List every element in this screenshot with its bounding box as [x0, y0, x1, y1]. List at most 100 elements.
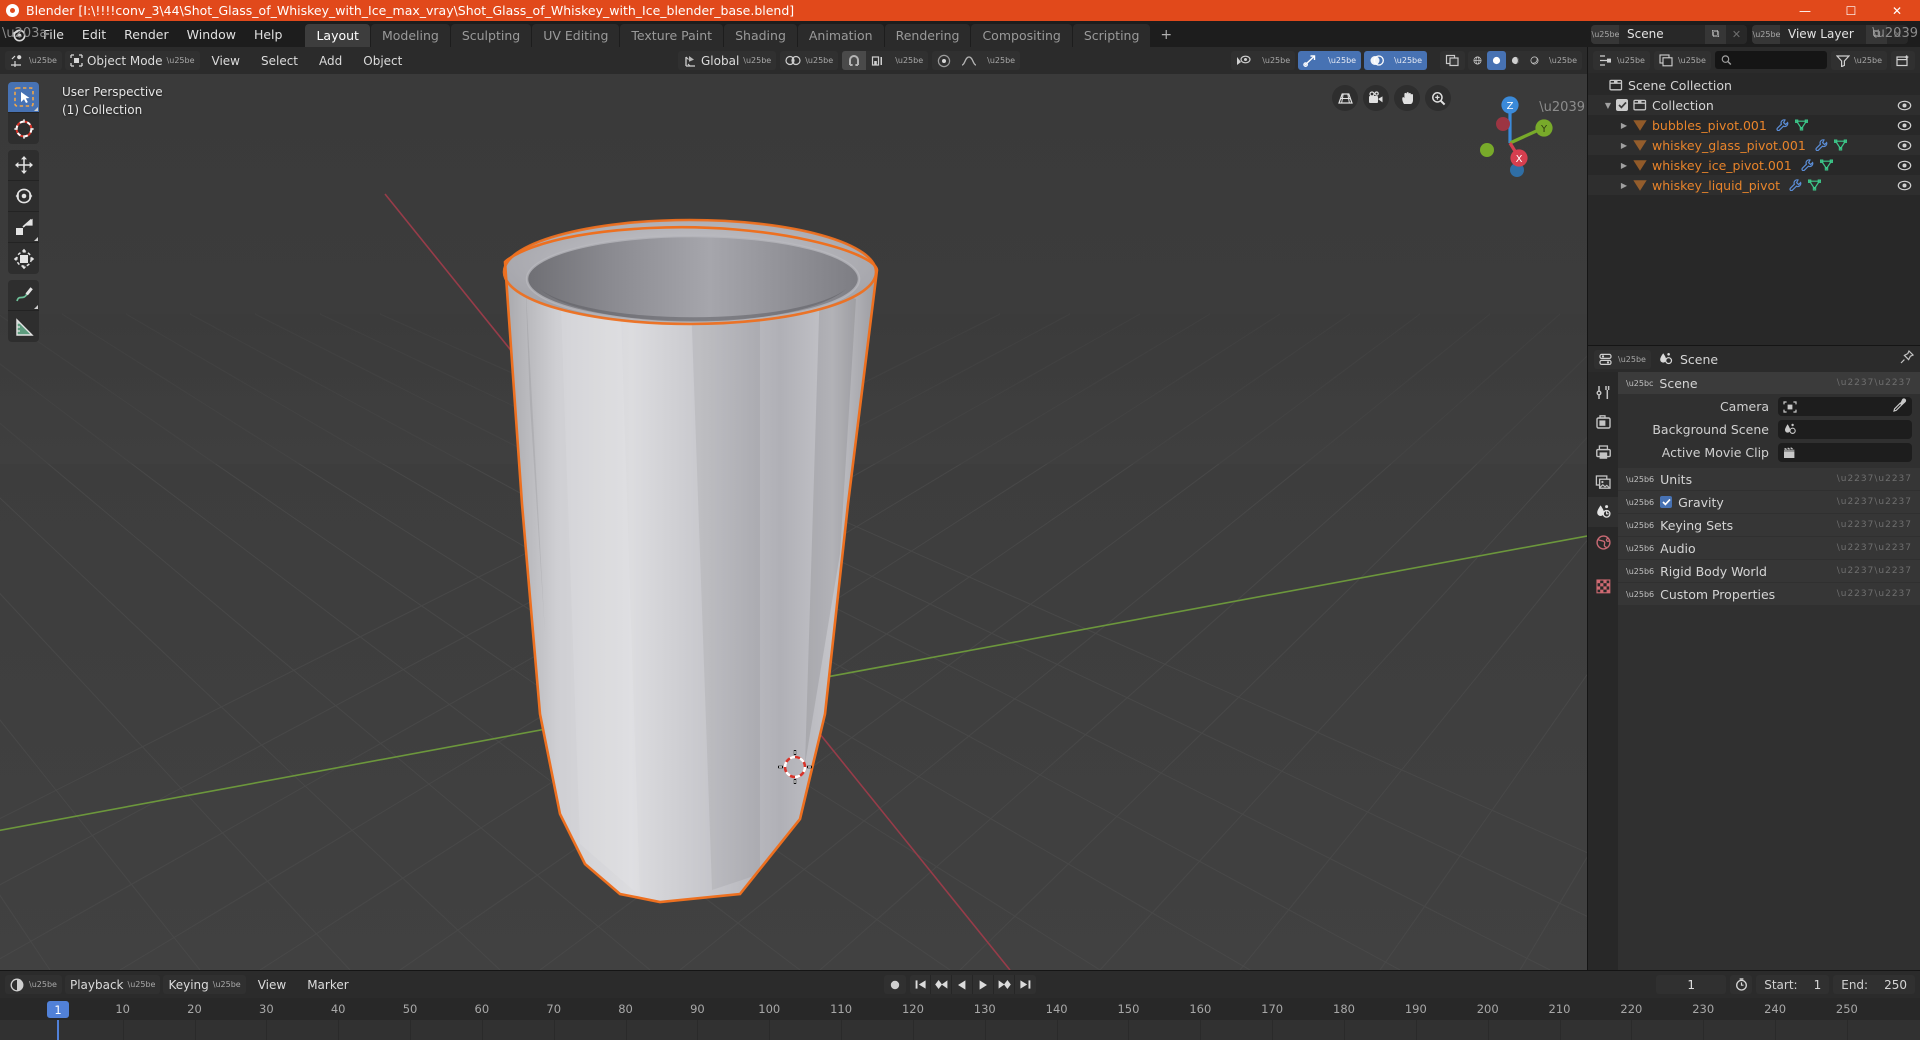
gizmo-toggle-icon[interactable]: [1298, 51, 1323, 70]
jump-to-next-keyframe-button[interactable]: [994, 975, 1015, 994]
annotate-tool[interactable]: [8, 280, 39, 311]
timeline-menu-view[interactable]: View: [249, 975, 295, 994]
snap-magnet-icon[interactable]: [842, 51, 867, 70]
tab-sculpting[interactable]: Sculpting: [450, 24, 532, 47]
panel-header-gravity[interactable]: \u25b6 Gravity \u2237\u2237: [1618, 491, 1920, 513]
panel-header-units[interactable]: \u25b6 Units \u2237\u2237: [1618, 468, 1920, 490]
modifier-wrench-icon[interactable]: [1801, 159, 1814, 171]
measure-tool[interactable]: [8, 311, 39, 342]
viewport-sidebar-toggle[interactable]: \u2039: [1539, 100, 1585, 115]
tab-animation[interactable]: Animation: [797, 24, 884, 47]
camera-view-icon[interactable]: [1363, 85, 1389, 111]
tab-compositing[interactable]: Compositing: [971, 24, 1072, 47]
timeline-right-toggle[interactable]: \u2039: [1872, 26, 1918, 41]
play-reverse-button[interactable]: [952, 975, 973, 994]
menu-help[interactable]: Help: [245, 24, 292, 45]
tab-scripting[interactable]: Scripting: [1072, 24, 1151, 47]
outliner-row-scene-collection[interactable]: Scene Collection: [1588, 75, 1920, 95]
expander-icon[interactable]: ▶: [1618, 161, 1630, 170]
scene-selector[interactable]: \u25be Scene ⧉ ✕: [1591, 24, 1747, 44]
overlays-toggle-icon[interactable]: [1364, 51, 1389, 70]
outliner-row-collection[interactable]: ▼ Collection: [1588, 95, 1920, 115]
proportional-edit-group[interactable]: \u25be: [932, 51, 1021, 70]
timeline-menu-playback[interactable]: Playback \u25be: [64, 975, 161, 994]
background-scene-field[interactable]: [1778, 420, 1912, 439]
expander-icon[interactable]: ▼: [1602, 101, 1614, 110]
visibility-eye-icon[interactable]: [1897, 100, 1912, 111]
move-tool[interactable]: [8, 150, 39, 181]
editor-type-button[interactable]: \u25be: [5, 51, 62, 70]
cursor-tool[interactable]: [8, 113, 39, 144]
outliner-display-mode-button[interactable]: \u25be: [1653, 50, 1711, 70]
select-box-tool[interactable]: [8, 82, 39, 113]
rotate-tool[interactable]: [8, 181, 39, 212]
visibility-eye-icon[interactable]: [1897, 160, 1912, 171]
outliner-search-field[interactable]: [1731, 53, 1822, 67]
view-layer-name[interactable]: View Layer: [1780, 24, 1866, 44]
snap-chevron-icon[interactable]: \u25be: [890, 51, 928, 70]
timeline-track[interactable]: [0, 1020, 1920, 1040]
gizmo-chevron-icon[interactable]: \u25be: [1323, 51, 1361, 70]
falloff-chevron-icon[interactable]: \u25be: [982, 51, 1020, 70]
tab-modeling[interactable]: Modeling: [370, 24, 450, 47]
tab-output[interactable]: [1588, 437, 1618, 467]
object-visibility-icon[interactable]: [1231, 51, 1257, 70]
panel-header-keying-sets[interactable]: \u25b6 Keying Sets \u2237\u2237: [1618, 514, 1920, 536]
viewport-menu-view[interactable]: View: [203, 51, 249, 70]
shading-modes-group[interactable]: \u25be: [1468, 51, 1582, 70]
rendered-shading-icon[interactable]: [1525, 51, 1544, 70]
scale-tool[interactable]: [8, 212, 39, 243]
jump-to-end-button[interactable]: [1015, 975, 1036, 994]
outliner-row-object[interactable]: ▶ bubbles_pivot.001: [1588, 115, 1920, 135]
panel-header-custom-properties[interactable]: \u25b6 Custom Properties \u2237\u2237: [1618, 583, 1920, 605]
tab-uv-editing[interactable]: UV Editing: [532, 24, 620, 47]
visibility-eye-icon[interactable]: [1897, 180, 1912, 191]
scene-unlink-button[interactable]: ✕: [1726, 24, 1747, 44]
visibility-chevron-icon[interactable]: \u25be: [1257, 51, 1295, 70]
view-layer-icon[interactable]: \u25be: [1752, 24, 1780, 44]
camera-field[interactable]: [1778, 397, 1912, 416]
xray-icon[interactable]: [1440, 51, 1465, 70]
tab-render[interactable]: [1588, 407, 1618, 437]
visibility-eye-icon[interactable]: [1897, 140, 1912, 151]
minimize-button[interactable]: —: [1782, 0, 1828, 21]
tab-world[interactable]: [1588, 527, 1618, 557]
viewport-menu-object[interactable]: Object: [354, 51, 411, 70]
timeline-ruler[interactable]: 10 20 30 40 50 60 70 80 90 100 110 120 130 140 150 160 1…: [0, 998, 1920, 1020]
outliner-search-input[interactable]: [1714, 51, 1828, 69]
overlays-chevron-icon[interactable]: \u25be: [1389, 51, 1427, 70]
panel-header-scene[interactable]: \u25bc Scene \u2237\u2237: [1618, 372, 1920, 394]
outliner-row-object[interactable]: ▶ whiskey_liquid_pivot: [1588, 175, 1920, 195]
tab-scene[interactable]: [1588, 497, 1618, 527]
timeline-editor-type-button[interactable]: \u25be: [5, 975, 62, 994]
add-workspace-button[interactable]: +: [1151, 23, 1181, 47]
outliner-row-object[interactable]: ▶ whiskey_glass_pivot.001: [1588, 135, 1920, 155]
menu-edit[interactable]: Edit: [73, 24, 115, 45]
overlays-group[interactable]: \u25be: [1364, 51, 1428, 70]
gizmo-group[interactable]: \u25be: [1298, 51, 1362, 70]
timeline-left-toggle[interactable]: \u203a: [2, 26, 47, 41]
tab-tool[interactable]: [1588, 377, 1618, 407]
shading-chevron-icon[interactable]: \u25be: [1544, 51, 1582, 70]
tab-texture-paint[interactable]: Texture Paint: [620, 24, 724, 47]
snapping-group[interactable]: \u25be: [842, 51, 929, 70]
panel-header-audio[interactable]: \u25b6 Audio \u2237\u2237: [1618, 537, 1920, 559]
play-button[interactable]: [973, 975, 994, 994]
expander-icon[interactable]: ▶: [1618, 121, 1630, 130]
visibility-eye-icon[interactable]: [1897, 120, 1912, 131]
timeline-playhead[interactable]: 1: [47, 1001, 69, 1018]
outliner-row-object[interactable]: ▶ whiskey_ice_pivot.001: [1588, 155, 1920, 175]
tab-layout[interactable]: Layout: [305, 24, 370, 47]
modifier-wrench-icon[interactable]: [1815, 139, 1828, 151]
solid-shading-icon[interactable]: [1487, 51, 1507, 70]
jump-to-start-button[interactable]: [910, 975, 931, 994]
timeline-menu-keying[interactable]: Keying \u25be: [163, 975, 246, 994]
wireframe-shading-icon[interactable]: [1468, 51, 1487, 70]
toggle-camera-perspective-icon[interactable]: [1332, 85, 1358, 111]
proportional-edit-icon[interactable]: [932, 51, 956, 70]
viewport-menu-select[interactable]: Select: [252, 51, 307, 70]
snap-target-icon[interactable]: [866, 51, 890, 70]
3d-viewport[interactable]: User Perspective (1) Collection Z Y X \u…: [0, 74, 1587, 970]
maximize-button[interactable]: ☐: [1828, 0, 1874, 21]
menu-render[interactable]: Render: [115, 24, 178, 45]
